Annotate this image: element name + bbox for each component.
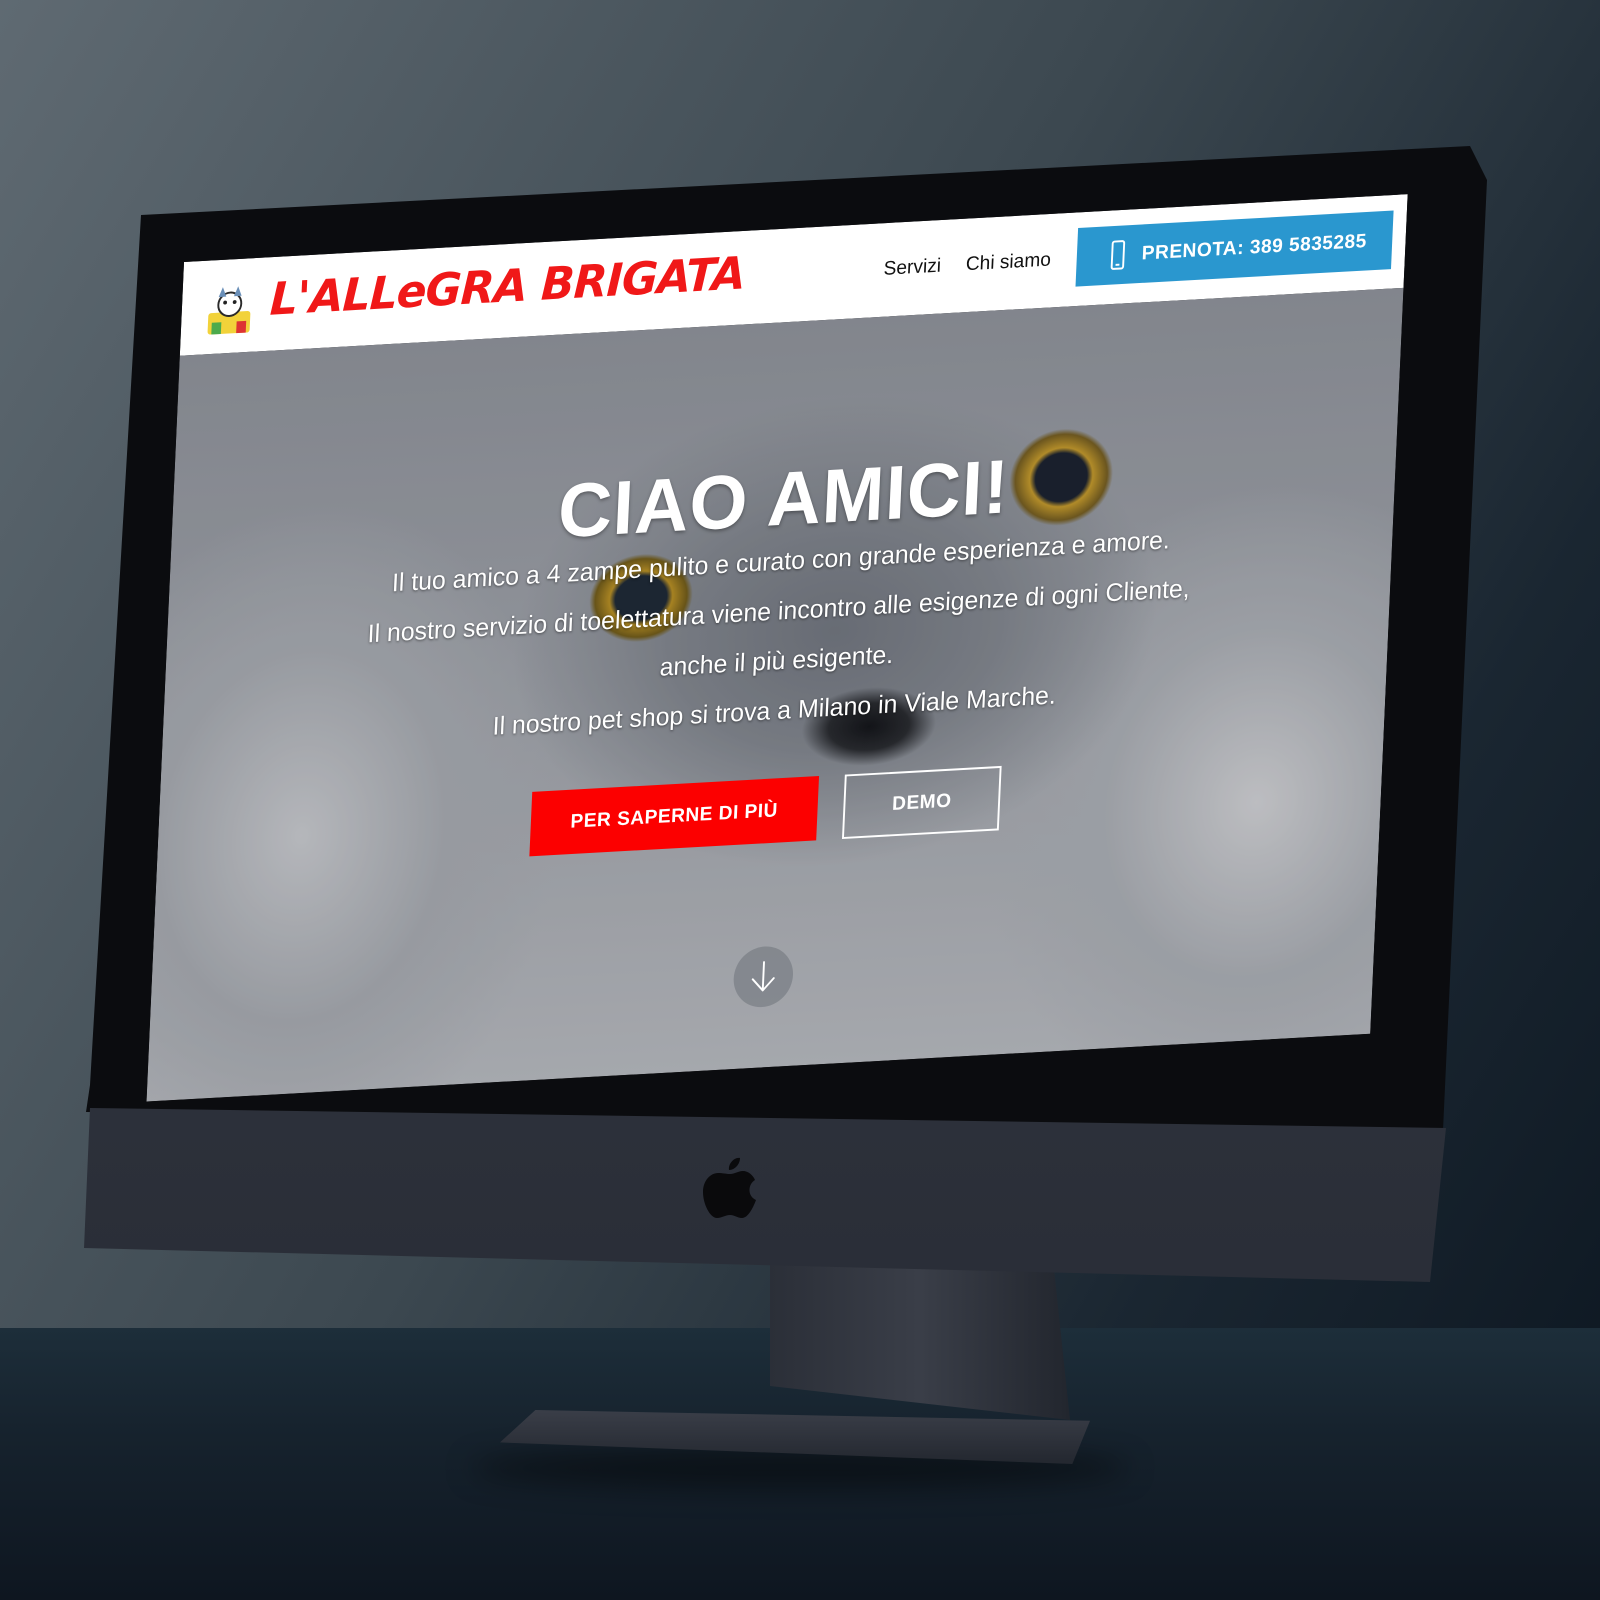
main-nav: Servizi Chi siamo: [883, 249, 1051, 281]
nav-item-chi-siamo[interactable]: Chi siamo: [965, 249, 1051, 276]
website-screen: L'ALLeGRA BRIGATA Servizi Chi siamo PREN…: [146, 194, 1408, 1102]
book-phone-button[interactable]: PRENOTA: 389 5835285: [1075, 210, 1394, 287]
book-phone-label: PRENOTA: 389 5835285: [1141, 229, 1368, 264]
apple-icon: [703, 1157, 756, 1218]
demo-button[interactable]: DEMO: [841, 765, 1002, 840]
brand-logo-text[interactable]: L'ALLeGRA BRIGATA: [269, 246, 746, 325]
nav-item-servizi[interactable]: Servizi: [883, 255, 941, 281]
hero-section: CIAO AMICI! Il tuo amico a 4 zampe pulit…: [146, 287, 1404, 1102]
learn-more-button[interactable]: PER SAPERNE DI PIÙ: [529, 776, 820, 857]
arrow-down-icon: [751, 961, 775, 992]
scroll-down-button[interactable]: [732, 944, 795, 1009]
smartphone-icon: [1110, 240, 1126, 271]
monitor: L'ALLeGRA BRIGATA Servizi Chi siamo PREN…: [0, 0, 1600, 1600]
mascot-logo-icon[interactable]: [202, 281, 258, 339]
scene-background: L'ALLeGRA BRIGATA Servizi Chi siamo PREN…: [0, 0, 1600, 1600]
